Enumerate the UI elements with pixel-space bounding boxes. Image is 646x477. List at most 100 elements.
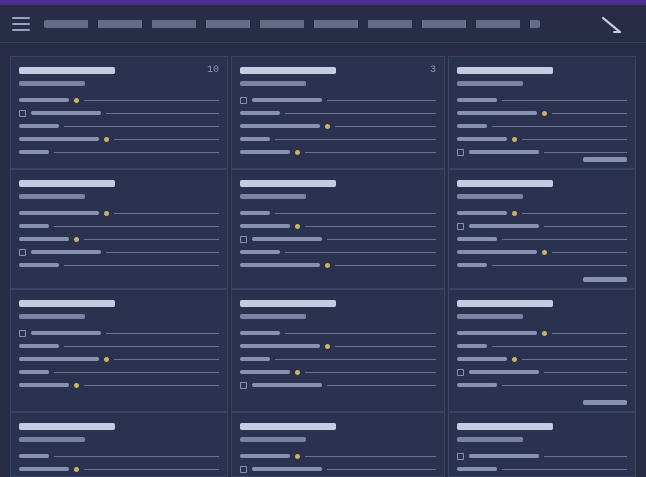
field-row[interactable] [19,327,219,339]
field-row[interactable] [457,133,627,145]
field-row[interactable] [240,107,436,119]
field-row[interactable] [19,340,219,352]
panel-title[interactable] [240,422,336,430]
field-row[interactable] [457,366,627,378]
panel-title[interactable] [19,299,115,307]
panel[interactable] [10,169,228,289]
panel[interactable] [231,289,445,412]
field-row[interactable] [19,259,219,271]
panel-title[interactable] [457,422,553,430]
checkbox[interactable] [457,452,464,460]
panel[interactable] [10,289,228,412]
field-row[interactable] [457,233,627,245]
field-row[interactable] [240,327,436,339]
field-row[interactable] [19,353,219,365]
panel[interactable] [448,412,636,477]
field-row[interactable] [19,207,219,219]
checkbox[interactable] [19,248,26,256]
checkbox[interactable] [240,381,247,389]
field-row[interactable] [19,463,219,475]
panel[interactable] [448,169,636,289]
panel-title[interactable] [457,299,553,307]
field-row[interactable] [457,379,627,391]
field-row[interactable] [240,94,436,106]
field-row[interactable] [457,107,627,119]
panel-subtitle [240,194,306,199]
field-value-line [285,332,436,334]
field-row[interactable] [457,220,627,232]
field-label [19,150,49,154]
field-row[interactable] [457,246,627,258]
field-row[interactable] [240,340,436,352]
panel-subtitle [457,314,523,319]
checkbox[interactable] [19,329,26,337]
field-row[interactable] [240,246,436,258]
checkbox[interactable] [457,222,464,230]
panel[interactable] [231,412,445,477]
field-row[interactable] [19,120,219,132]
field-row[interactable] [19,220,219,232]
field-row[interactable] [457,259,627,271]
checkbox[interactable] [240,96,247,104]
field-row[interactable] [240,207,436,219]
field-row[interactable] [19,94,219,106]
panel-title[interactable] [457,66,553,74]
field-row[interactable] [240,133,436,145]
checkbox[interactable] [240,465,247,473]
field-value-line [64,345,219,347]
panel-title[interactable] [240,299,336,307]
field-value-line [522,212,627,214]
panel-title[interactable] [19,66,115,74]
field-row[interactable] [240,120,436,132]
edit-icon[interactable] [600,15,624,35]
field-row[interactable] [240,379,436,391]
field-row[interactable] [457,340,627,352]
field-row[interactable] [457,463,627,475]
panel[interactable]: 3 [231,56,445,169]
field-row[interactable] [240,353,436,365]
panel-title[interactable] [19,422,115,430]
panel-title[interactable] [240,66,336,74]
field-label [457,357,507,361]
panel[interactable] [448,289,636,412]
panel-title[interactable] [240,179,336,187]
hamburger-icon[interactable] [12,16,30,31]
field-row[interactable] [19,379,219,391]
field-row[interactable] [19,366,219,378]
field-value-line [552,332,627,334]
field-row[interactable] [19,107,219,119]
field-row[interactable] [457,353,627,365]
checkbox[interactable] [457,368,464,376]
field-label [240,124,320,128]
field-row[interactable] [457,450,627,462]
field-row[interactable] [457,327,627,339]
field-row[interactable] [240,233,436,245]
field-row[interactable] [240,366,436,378]
field-value-line [305,455,436,457]
field-row[interactable] [19,146,219,158]
panel-header: 3 [240,63,436,77]
field-label [31,331,101,335]
panel-title[interactable] [457,179,553,187]
panel[interactable] [231,169,445,289]
field-row[interactable] [240,463,436,475]
field-row[interactable] [240,450,436,462]
panel[interactable] [448,56,636,169]
checkbox[interactable] [457,148,464,156]
field-row[interactable] [19,233,219,245]
panel-title[interactable] [19,179,115,187]
field-row[interactable] [240,220,436,232]
field-row[interactable] [19,246,219,258]
panel[interactable]: 10 [10,56,228,169]
checkbox[interactable] [19,109,26,117]
field-value-line [84,238,219,240]
panel[interactable] [10,412,228,477]
field-row[interactable] [457,120,627,132]
field-row[interactable] [457,94,627,106]
field-row[interactable] [240,259,436,271]
field-row[interactable] [19,133,219,145]
field-row[interactable] [19,450,219,462]
field-row[interactable] [457,207,627,219]
field-row[interactable] [240,146,436,158]
checkbox[interactable] [240,235,247,243]
